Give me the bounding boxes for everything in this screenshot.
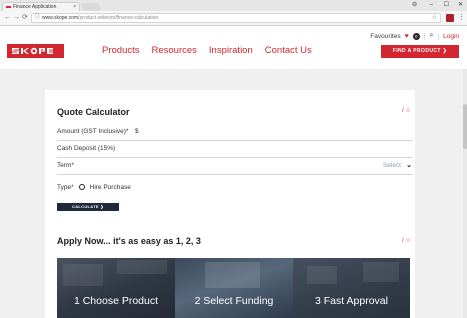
favourites-count-badge: 0 — [412, 32, 420, 40]
term-label: Term* — [57, 162, 74, 169]
step-choose-product[interactable]: 1 Choose Product — [57, 258, 175, 318]
menu-icon[interactable]: ⋮ — [458, 13, 465, 23]
term-select-value: Select — [382, 162, 401, 169]
utility-links: Favourites ♥ 0 | ⌕ | Login — [370, 32, 459, 40]
decor-shape — [63, 264, 103, 286]
site-header: Products Resources Inspiration Contact U… — [0, 27, 467, 69]
step-1-label: 1 Choose Product — [73, 295, 159, 307]
extension-icon[interactable] — [446, 14, 454, 22]
skope-logo[interactable] — [7, 44, 64, 58]
type-radio-group: Type* Hire Purchase — [57, 182, 131, 192]
minimize-icon[interactable]: – — [430, 0, 433, 11]
divider: | — [437, 32, 440, 40]
login-link[interactable]: Login — [443, 33, 459, 40]
step-fast-approval[interactable]: 3 Fast Approval — [293, 258, 410, 318]
nav-products[interactable]: Products — [102, 45, 140, 56]
logo-wordmark-icon — [11, 47, 53, 55]
type-label: Type* — [57, 183, 74, 191]
chevron-down-icon[interactable]: ⌄ — [406, 161, 412, 169]
apply-now-title: Apply Now... it's as easy as 1, 2, 3 — [57, 236, 201, 246]
reload-icon[interactable]: ⟳ — [22, 13, 28, 23]
heart-icon[interactable]: ♥ — [405, 33, 409, 40]
favicon-icon — [6, 6, 11, 8]
info-icon[interactable]: ⓘ — [34, 14, 40, 23]
nav-inspiration[interactable]: Inspiration — [209, 45, 253, 56]
step-select-funding[interactable]: 2 Select Funding — [175, 258, 293, 318]
hire-purchase-option-label[interactable]: Hire Purchase — [90, 184, 131, 191]
scrollbar-thumb[interactable] — [463, 104, 467, 149]
step-2-label: 2 Select Funding — [194, 295, 274, 307]
decor-shape — [205, 262, 260, 288]
browser-tab[interactable]: Finance Application × — [2, 2, 80, 11]
tab-title: Finance Application — [13, 4, 57, 10]
scrollbar[interactable] — [463, 69, 467, 318]
url-text: www.skope.com/product-selector/finance-c… — [42, 14, 158, 23]
maximize-icon[interactable]: ☐ — [444, 0, 449, 11]
decor-shape — [363, 262, 399, 282]
hire-purchase-radio[interactable] — [78, 184, 85, 190]
search-icon[interactable]: ⌕ — [429, 32, 433, 40]
amount-currency: $ — [135, 128, 139, 135]
profile-icon[interactable]: ⊖ — [412, 0, 417, 11]
url-input[interactable]: ⓘ www.skope.com/product-selector/finance… — [31, 13, 441, 23]
nav-contact-us[interactable]: Contact Us — [265, 45, 312, 56]
address-bar-row: ← → ⟳ ⓘ www.skope.com/product-selector/f… — [0, 11, 467, 26]
apply-steps-banner: 1 Choose Product 2 Select Funding 3 Fast… — [57, 258, 410, 318]
bookmark-star-icon[interactable]: ☆ — [432, 14, 437, 23]
url-host: www.skope.com — [42, 15, 79, 21]
amount-label: Amount (GST Inclusive)* — [57, 128, 129, 135]
amount-field[interactable]: Amount (GST Inclusive)* $ — [57, 124, 413, 141]
close-window-icon[interactable]: ✕ — [458, 0, 463, 11]
cash-deposit-field[interactable]: Cash Deposit (15%) — [57, 141, 413, 158]
term-select[interactable]: Term* Select ⌄ — [57, 158, 413, 175]
step-3-label: 3 Fast Approval — [315, 295, 388, 307]
decor-shape — [117, 260, 167, 274]
tab-close-icon[interactable]: × — [73, 3, 76, 11]
main-nav: Products Resources Inspiration Contact U… — [102, 45, 312, 56]
quote-calculator-title: Quote Calculator — [57, 107, 130, 117]
back-arrow-icon[interactable]: ← — [4, 13, 11, 23]
nav-resources[interactable]: Resources — [152, 45, 197, 56]
new-tab-button[interactable] — [80, 3, 102, 11]
browser-tab-bar: Finance Application × ⊖ – ☐ ✕ — [0, 0, 467, 11]
decor-shape — [307, 266, 337, 284]
divider: | — [423, 32, 426, 40]
calculate-button[interactable]: CALCULATE ❯ — [57, 203, 119, 211]
cash-deposit-label: Cash Deposit (15%) — [57, 145, 116, 152]
favourites-link[interactable]: Favourites — [370, 33, 400, 40]
url-path: /product-selector/finance-calculation — [78, 15, 159, 21]
save-favourite-link[interactable]: / ☆ — [402, 107, 411, 114]
find-a-product-button[interactable]: FIND A PRODUCT ❯ — [381, 45, 459, 58]
apply-favourite-link[interactable]: / ☆ — [402, 237, 411, 244]
forward-arrow-icon[interactable]: → — [13, 13, 20, 23]
